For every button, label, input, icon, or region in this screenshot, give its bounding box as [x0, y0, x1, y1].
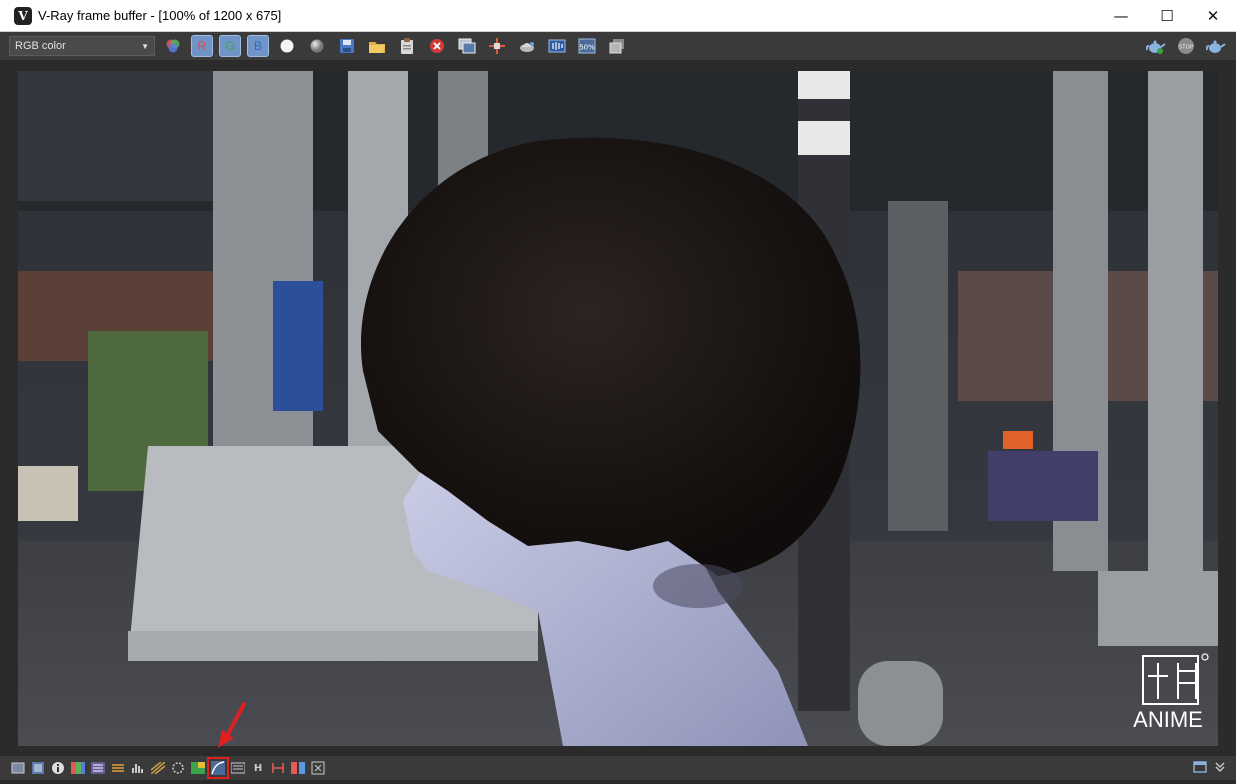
anime-logo-text: ANIME	[1133, 707, 1203, 732]
open-folder-icon[interactable]	[365, 35, 389, 57]
exposure-icon[interactable]	[170, 760, 186, 776]
info-icon[interactable]	[50, 760, 66, 776]
top-toolbar: RGB color ▼ R G B 50% STOP	[0, 32, 1236, 60]
lut-icon[interactable]	[190, 760, 206, 776]
compare-icon[interactable]	[270, 760, 286, 776]
white-circle-icon[interactable]	[275, 35, 299, 57]
title-bar: V V-Ray frame buffer - [100% of 1200 x 6…	[0, 0, 1236, 32]
render-teapot-icon[interactable]	[1144, 35, 1168, 57]
toolbar-right-group: STOP	[1138, 35, 1228, 57]
green-channel-button[interactable]: G	[219, 35, 241, 57]
ab-compare-icon[interactable]	[290, 760, 306, 776]
vray-app-icon: V	[14, 6, 32, 25]
svg-text:STOP: STOP	[1179, 45, 1194, 51]
curves-stripes-icon[interactable]	[150, 760, 166, 776]
maximize-button[interactable]: ☐	[1144, 0, 1190, 31]
zoom-50-icon[interactable]: 50%	[575, 35, 599, 57]
channel-value: RGB color	[15, 40, 66, 52]
close-button[interactable]: ✕	[1190, 0, 1236, 31]
histogram-icon[interactable]	[130, 760, 146, 776]
teapot-icon[interactable]	[1204, 35, 1228, 57]
save-icon[interactable]	[335, 35, 359, 57]
show-corrections-icon[interactable]	[10, 760, 26, 776]
blue-channel-button[interactable]: B	[247, 35, 269, 57]
stop-render-icon[interactable]: STOP	[1174, 35, 1198, 57]
panel-toggle-icon[interactable]	[1192, 759, 1208, 775]
bottom-right-group	[1182, 759, 1228, 775]
track-mouse-icon[interactable]	[485, 35, 509, 57]
settings-grid-icon[interactable]	[310, 760, 326, 776]
curves-icon[interactable]	[207, 757, 229, 779]
history-icon[interactable]	[605, 35, 629, 57]
minimize-button[interactable]: —	[1098, 0, 1144, 31]
alpha-circle-icon[interactable]	[305, 35, 329, 57]
color-balance-icon[interactable]	[110, 760, 126, 776]
render-viewport[interactable]: ANIME	[18, 71, 1218, 746]
channel-dropdown[interactable]: RGB color ▼	[9, 36, 155, 56]
levels-icon[interactable]	[90, 760, 106, 776]
render-region-icon[interactable]	[515, 35, 539, 57]
red-channel-button[interactable]: R	[191, 35, 213, 57]
window-title: V-Ray frame buffer - [100% of 1200 x 675…	[38, 8, 282, 23]
rendered-image: ANIME	[18, 71, 1218, 746]
clear-image-icon[interactable]	[425, 35, 449, 57]
bottom-toolbar: H	[0, 756, 1236, 780]
chevron-down-icon: ▼	[141, 41, 149, 51]
hsv-h-icon[interactable]: H	[250, 760, 266, 776]
annotation-arrow-icon	[218, 702, 246, 748]
display-corrections-icon[interactable]	[30, 760, 46, 776]
lens-effects-icon[interactable]	[545, 35, 569, 57]
svg-text:50%: 50%	[579, 44, 595, 52]
duplicate-to-mtl-icon[interactable]	[455, 35, 479, 57]
color-clamp-icon[interactable]	[70, 760, 86, 776]
window-controls: — ☐ ✕	[1098, 0, 1236, 31]
clipboard-icon[interactable]	[395, 35, 419, 57]
expand-down-icon[interactable]	[1212, 759, 1228, 775]
color-channels-icon[interactable]	[161, 35, 185, 57]
background-image-icon[interactable]	[230, 760, 246, 776]
